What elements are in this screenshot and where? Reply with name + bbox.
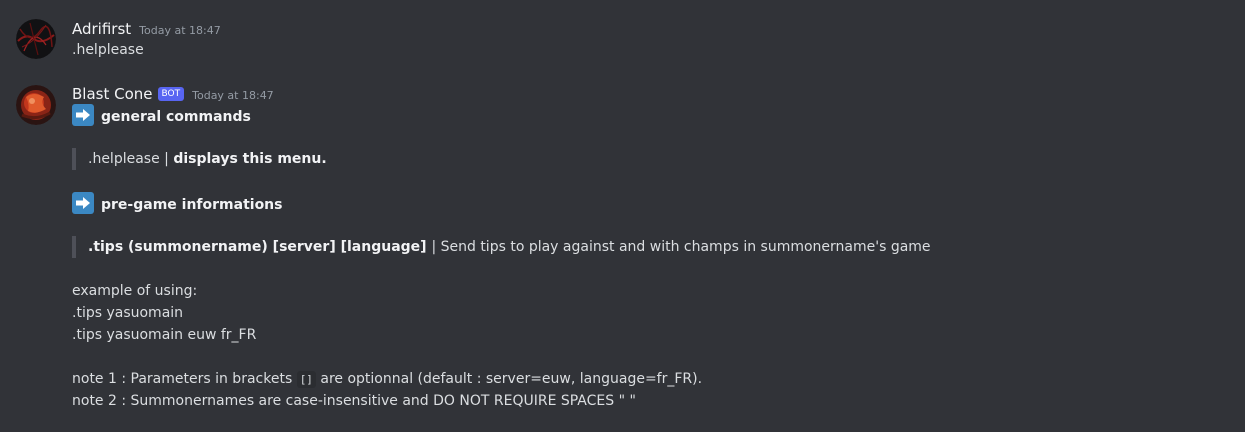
- arrow-right-icon: [72, 192, 94, 214]
- section-pre-game-informations: pre-game informations: [72, 192, 282, 216]
- example-line: .tips yasuomain euw fr_FR: [72, 327, 257, 343]
- command-description: | Send tips to play against and with cha…: [431, 239, 931, 255]
- arrow-right-icon: [72, 104, 94, 126]
- command-description: displays this menu.: [173, 151, 327, 167]
- note-1: note 1 : Parameters in brackets [] are o…: [72, 368, 702, 391]
- bot-tag-badge: BOT: [157, 87, 185, 101]
- command-text: .tips (summonername) [server] [language]: [88, 239, 432, 255]
- chat-message-list: Adrifirst Today at 18:47 .helplease Blas…: [0, 0, 1245, 432]
- avatar[interactable]: [16, 85, 56, 125]
- section-title: general commands: [101, 109, 251, 125]
- section-title: pre-game informations: [101, 197, 283, 213]
- message-timestamp[interactable]: Today at 18:47: [192, 89, 274, 102]
- example-heading: example of using:: [72, 283, 198, 299]
- note-2: note 2 : Summonernames are case-insensit…: [72, 393, 636, 409]
- username[interactable]: Blast Cone: [72, 85, 153, 103]
- blockquote-tips: .tips (summonername) [server] [language]…: [72, 236, 931, 258]
- section-general-commands: general commands: [72, 104, 251, 128]
- inline-code: []: [296, 371, 316, 388]
- command-text: .helplease |: [88, 151, 174, 167]
- blockquote-helplease: .helplease | displays this menu.: [72, 148, 327, 170]
- note-text: note 1 : Parameters in brackets: [72, 371, 297, 387]
- note-text: are optionnal (default : server=euw, lan…: [315, 371, 703, 387]
- example-line: .tips yasuomain: [72, 305, 184, 321]
- message-blast-cone: Blast Cone BOT Today at 18:47 general co…: [0, 0, 1245, 432]
